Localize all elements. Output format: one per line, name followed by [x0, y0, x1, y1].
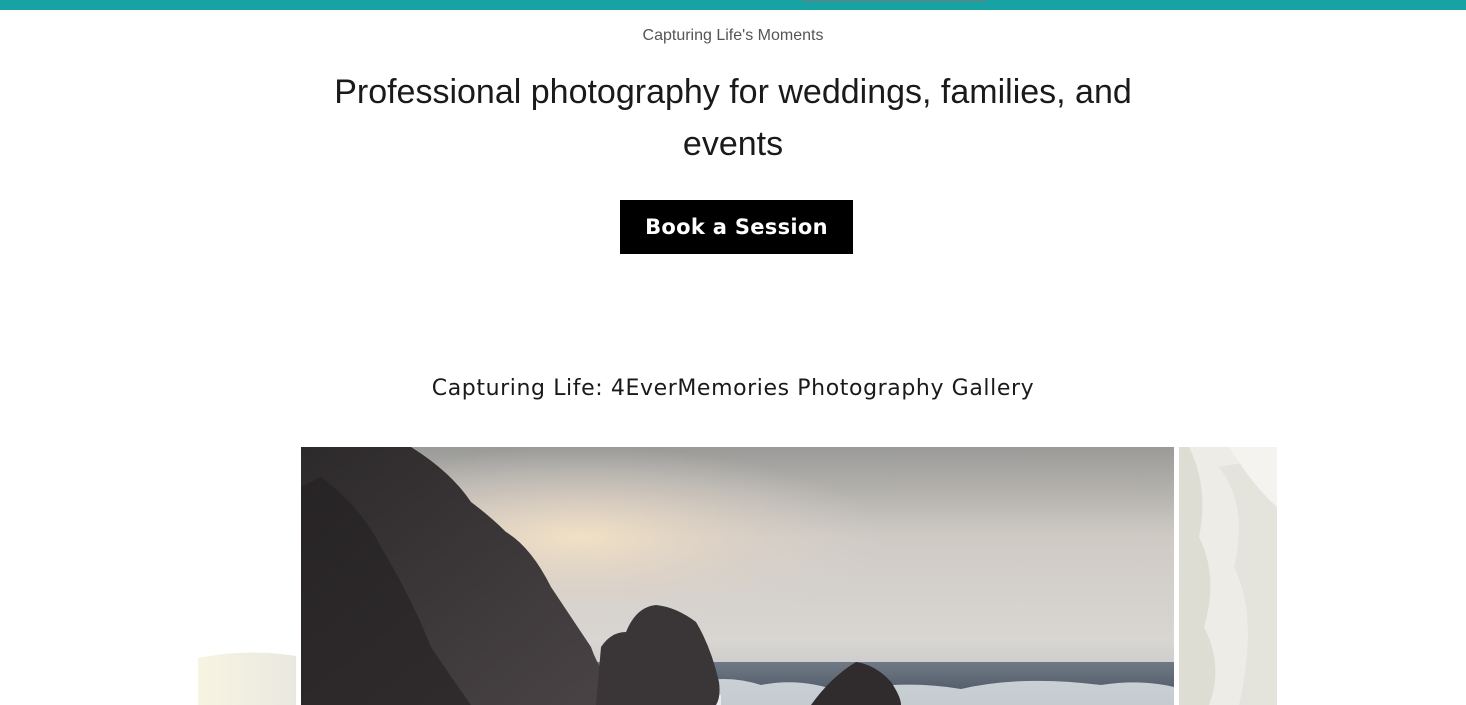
- previous-slide-image[interactable]: [198, 648, 296, 705]
- current-slide-image[interactable]: [301, 447, 1174, 705]
- page: Capturing Life's Moments Professional ph…: [0, 0, 1466, 705]
- hero-headline: Professional photography for weddings, f…: [334, 73, 1132, 163]
- gallery-title: Capturing Life: 4EverMemories Photograph…: [431, 376, 1035, 401]
- site-tagline: Capturing Life's Moments: [642, 27, 824, 44]
- top-nav-tab-indicator: [802, 0, 987, 1]
- book-session-button[interactable]: Book a Session: [620, 200, 853, 254]
- top-accent-bar: [0, 0, 1466, 10]
- next-slide-image[interactable]: [1179, 447, 1277, 705]
